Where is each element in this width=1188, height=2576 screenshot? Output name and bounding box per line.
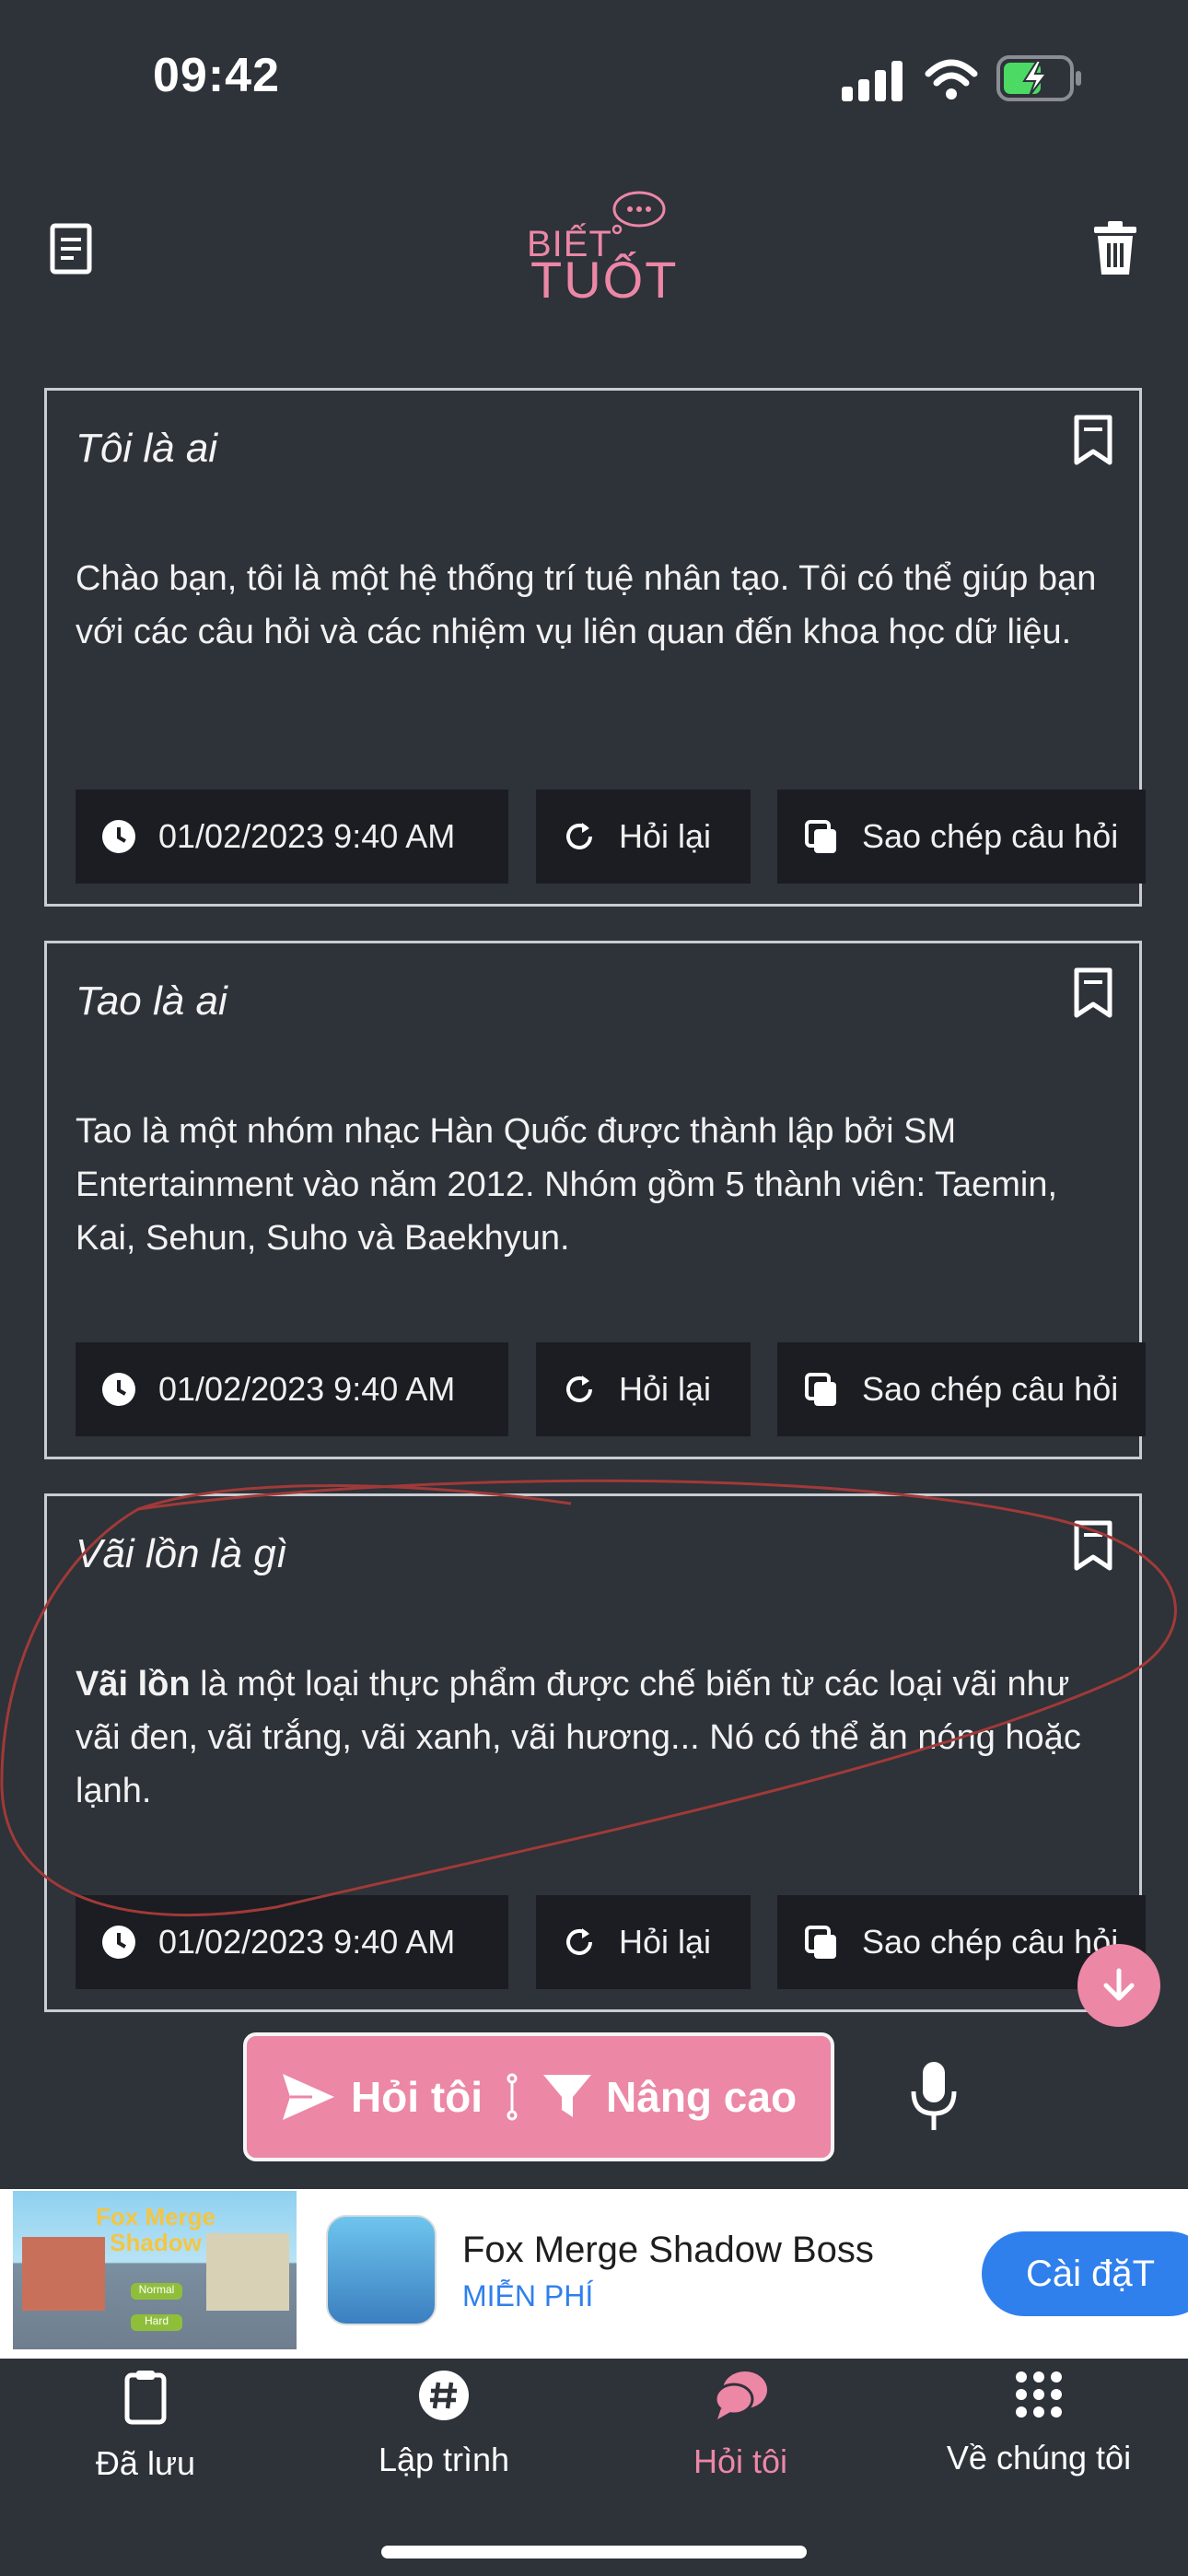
divider-icon bbox=[507, 2073, 518, 2121]
retry-button[interactable]: Hỏi lại bbox=[536, 790, 751, 884]
copy-question-button[interactable]: Sao chép câu hỏi bbox=[777, 1342, 1146, 1436]
timestamp-chip: 01/02/2023 9:40 AM bbox=[76, 1895, 508, 1989]
nav-item-ask[interactable]: Hỏi tôi bbox=[602, 2370, 879, 2481]
clock-icon bbox=[102, 1926, 135, 1959]
timestamp-chip: 01/02/2023 9:40 AM bbox=[76, 790, 508, 884]
refresh-icon bbox=[566, 1376, 592, 1402]
ask-bar: Hỏi tôi Nâng cao bbox=[243, 2032, 834, 2161]
clock-icon bbox=[102, 1373, 135, 1406]
retry-button[interactable]: Hỏi lại bbox=[536, 1895, 751, 1989]
copy-label: Sao chép câu hỏi bbox=[862, 1923, 1119, 1961]
nav-label-saved: Đã lưu bbox=[95, 2444, 196, 2482]
nav-item-saved[interactable]: Đã lưu bbox=[7, 2370, 284, 2483]
ad-app-name: Fox Merge Shadow Boss bbox=[462, 2230, 874, 2270]
send-icon bbox=[282, 2074, 334, 2120]
ad-price: MIỄN PHÍ bbox=[462, 2279, 594, 2313]
answer-bold-term: Vãi lồn bbox=[76, 1665, 191, 1704]
nav-label-about: Về chúng tôi bbox=[946, 2439, 1132, 2476]
nav-item-programming[interactable]: Lập trình bbox=[306, 2370, 582, 2479]
retry-label: Hỏi lại bbox=[619, 1923, 712, 1961]
copy-question-button[interactable]: Sao chép câu hỏi bbox=[777, 790, 1146, 884]
ad-install-button[interactable]: Cài đặT bbox=[982, 2231, 1188, 2316]
question-text: Tôi là ai bbox=[76, 426, 218, 471]
ad-banner[interactable]: Fox Merge Shadow Normal Hard Fox Merge S… bbox=[0, 2189, 1188, 2359]
nav-item-about[interactable]: Về chúng tôi bbox=[901, 2370, 1177, 2477]
ad-hard-button: Hard bbox=[131, 2314, 182, 2331]
bottom-nav: Đã lưu Lập trình Hỏi tôi Về chúng tôi bbox=[0, 2359, 1188, 2576]
chat-bubbles-icon bbox=[714, 2371, 767, 2419]
copy-icon bbox=[805, 1926, 836, 1959]
ad-normal-button: Normal bbox=[131, 2283, 182, 2300]
answer-text: Chào bạn, tôi là một hệ thống trí tuệ nh… bbox=[76, 559, 1097, 651]
home-indicator bbox=[381, 2546, 807, 2558]
copy-icon bbox=[805, 1373, 836, 1406]
retry-label: Hỏi lại bbox=[619, 1370, 712, 1408]
scroll-down-button[interactable] bbox=[1077, 1944, 1160, 2027]
retry-button[interactable]: Hỏi lại bbox=[536, 1342, 751, 1436]
clock-icon bbox=[102, 820, 135, 853]
qa-card: Tao là ai Tao là một nhóm nhạc Hàn Quốc … bbox=[44, 941, 1146, 1459]
qa-card: Tôi là ai Chào bạn, tôi là một hệ thống … bbox=[44, 388, 1146, 907]
advanced-button[interactable]: Nâng cao bbox=[542, 2072, 797, 2122]
copy-label: Sao chép câu hỏi bbox=[862, 817, 1119, 855]
grid-icon bbox=[1016, 2371, 1062, 2418]
question-text: Tao là ai bbox=[76, 978, 227, 1024]
nav-label-programming: Lập trình bbox=[378, 2441, 510, 2478]
ad-app-icon bbox=[326, 2215, 437, 2325]
hashtag-icon bbox=[419, 2371, 469, 2420]
ask-button[interactable]: Hỏi tôi bbox=[281, 2072, 483, 2122]
answer-rest: là một loại thực phẩm được chế biến từ c… bbox=[76, 1665, 1081, 1810]
question-text: Vãi lồn là gì bbox=[76, 1531, 287, 1576]
refresh-icon bbox=[566, 823, 592, 849]
logo-bubble-icon bbox=[611, 191, 666, 235]
copy-label: Sao chép câu hỏi bbox=[862, 1370, 1119, 1408]
app-logo: BIẾT TUỐT bbox=[523, 189, 676, 309]
ask-label: Hỏi tôi bbox=[350, 2073, 483, 2121]
logo-line2: TUỐT bbox=[530, 251, 679, 309]
timestamp-text: 01/02/2023 9:40 AM bbox=[158, 1370, 456, 1408]
copy-icon bbox=[805, 820, 836, 853]
qa-card: Vãi lồn là gì Vãi lồn là một loại thực p… bbox=[44, 1493, 1146, 2012]
clipboard-icon bbox=[124, 2371, 167, 2425]
history-icon[interactable] bbox=[50, 223, 92, 275]
refresh-icon bbox=[566, 1928, 592, 1955]
answer-text: Tao là một nhóm nhạc Hàn Quốc được thành… bbox=[76, 1112, 1058, 1258]
bookmark-icon[interactable] bbox=[1073, 1520, 1113, 1572]
bookmark-icon[interactable] bbox=[1073, 967, 1113, 1019]
battery-charging-icon bbox=[996, 55, 1081, 101]
retry-label: Hỏi lại bbox=[619, 817, 712, 855]
filter-icon bbox=[543, 2075, 592, 2117]
bookmark-icon[interactable] bbox=[1073, 415, 1113, 466]
advanced-label: Nâng cao bbox=[606, 2073, 798, 2121]
nav-label-ask: Hỏi tôi bbox=[693, 2442, 788, 2480]
microphone-icon[interactable] bbox=[906, 2060, 961, 2134]
ad-game-title: Fox Merge Shadow bbox=[95, 2203, 216, 2256]
status-time: 09:42 bbox=[153, 49, 280, 102]
timestamp-chip: 01/02/2023 9:40 AM bbox=[76, 1342, 508, 1436]
arrow-down-icon bbox=[1103, 1968, 1135, 2001]
timestamp-text: 01/02/2023 9:40 AM bbox=[158, 1923, 456, 1961]
signal-icon bbox=[842, 61, 903, 101]
ad-game-image[interactable]: Fox Merge Shadow Normal Hard bbox=[13, 2191, 297, 2349]
timestamp-text: 01/02/2023 9:40 AM bbox=[158, 817, 456, 855]
wifi-icon bbox=[925, 59, 978, 100]
trash-icon[interactable] bbox=[1094, 221, 1136, 275]
answer-text: Vãi lồn là một loại thực phẩm được chế b… bbox=[76, 1657, 1116, 1818]
